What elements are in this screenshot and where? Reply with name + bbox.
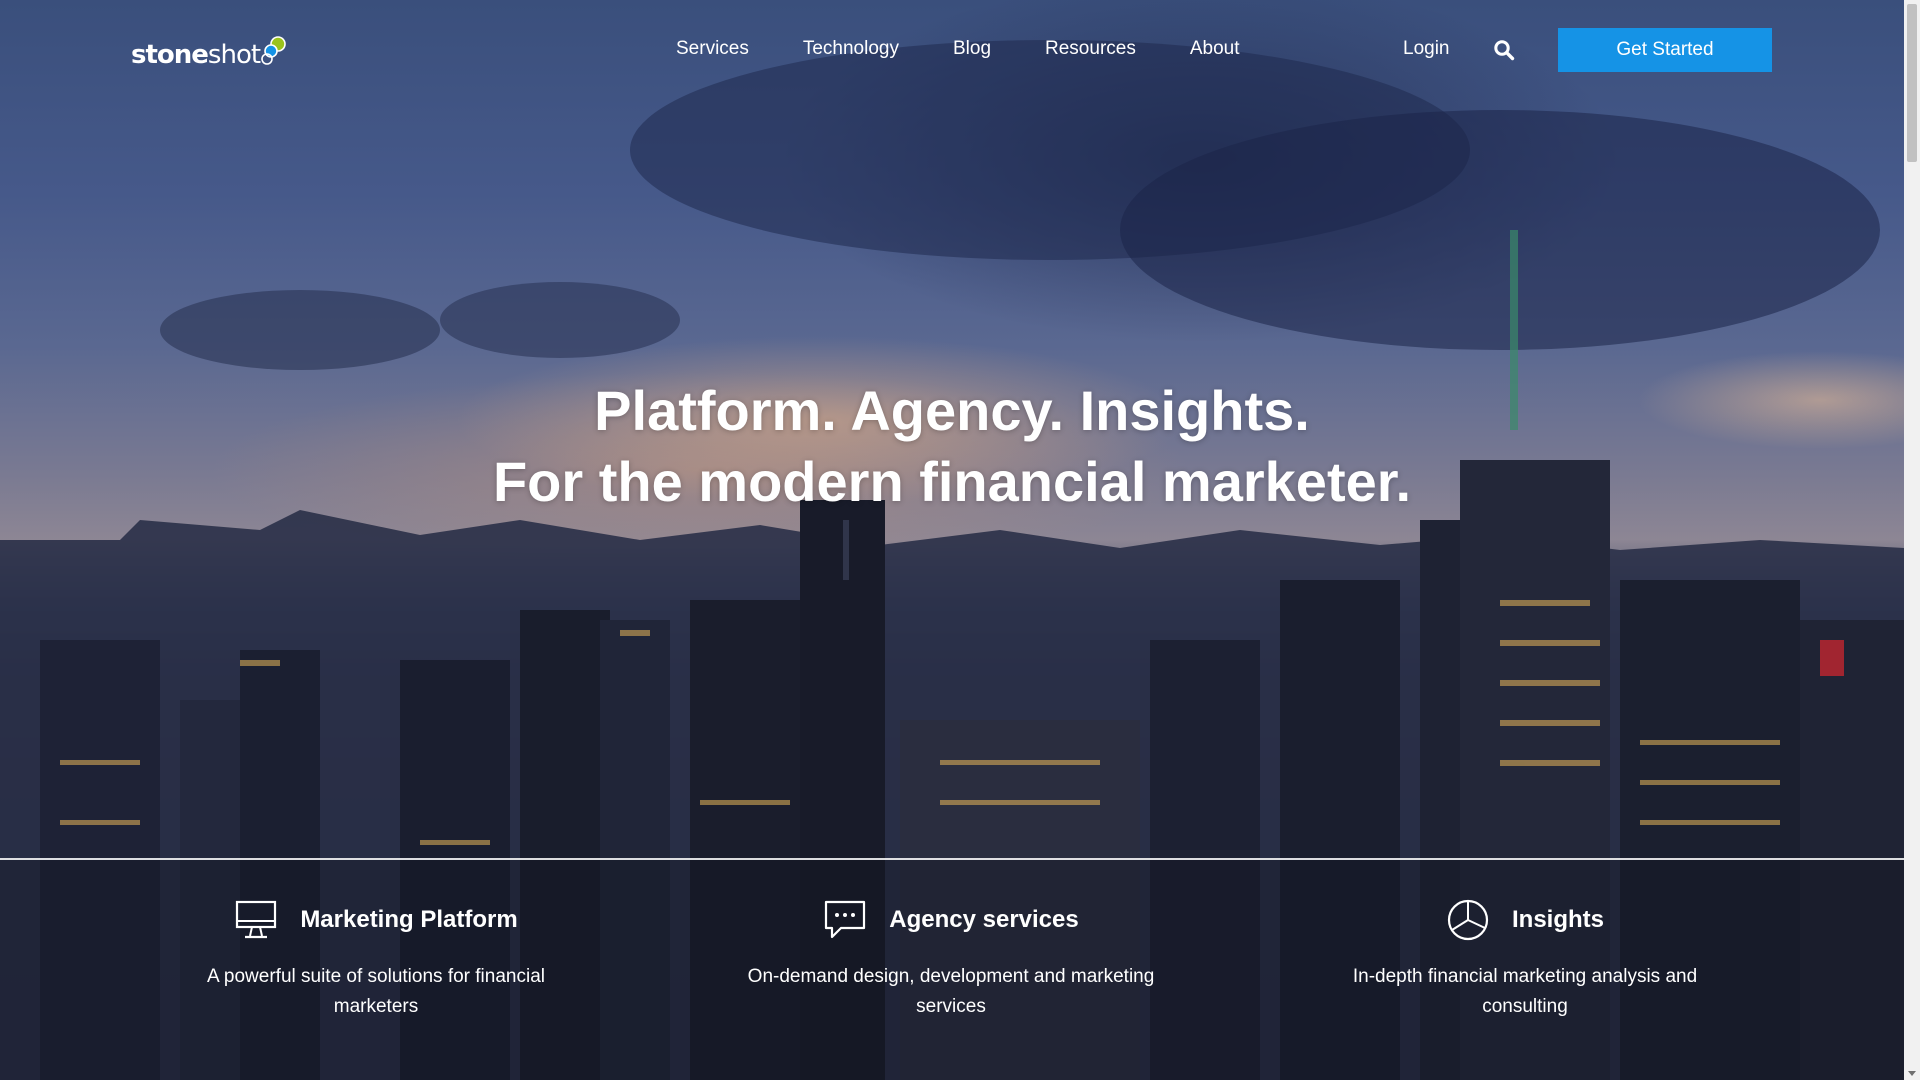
scroll-down-arrow-icon[interactable]: [1908, 1071, 1916, 1076]
scrollbar-thumb[interactable]: [1907, 4, 1917, 162]
feature-head: Insights: [1275, 895, 1775, 945]
nav-resources[interactable]: Resources: [1045, 38, 1136, 60]
search-icon[interactable]: [1493, 39, 1515, 61]
feature-head: Marketing Platform: [126, 895, 626, 945]
feature-title: Agency services: [889, 906, 1079, 933]
feature-marketing-platform[interactable]: Marketing Platform A powerful suite of s…: [126, 895, 626, 1022]
section-divider: [0, 858, 1904, 860]
monitor-icon: [234, 898, 278, 942]
page-scrollbar[interactable]: [1904, 0, 1920, 1080]
logo-text-light: shot: [207, 40, 261, 70]
feature-description: A powerful suite of solutions for financ…: [207, 966, 545, 1017]
pie-chart-icon: [1446, 898, 1490, 942]
feature-description: In-depth financial marketing analysis an…: [1352, 966, 1698, 1017]
logo-mark-icon: [258, 34, 288, 70]
main-nav: Services Technology Blog Resources About: [676, 38, 1294, 60]
nav-technology[interactable]: Technology: [803, 38, 899, 60]
feature-title: Marketing Platform: [300, 906, 518, 933]
feature-head: Agency services: [701, 895, 1201, 945]
hero-line-1: Platform. Agency. Insights.: [594, 379, 1310, 442]
login-link[interactable]: Login: [1403, 38, 1450, 60]
feature-description: On-demand design, development and market…: [747, 966, 1155, 1017]
logo-text-bold: stone: [131, 40, 209, 70]
feature-title: Insights: [1511, 906, 1604, 933]
hero-headline: Platform. Agency. Insights. For the mode…: [0, 375, 1904, 517]
nav-about[interactable]: About: [1190, 38, 1240, 60]
stoneshot-logo[interactable]: stone shot: [131, 28, 288, 70]
nav-services[interactable]: Services: [676, 38, 749, 60]
page: stone shot Services Technology Blog Reso…: [0, 0, 1920, 1080]
chat-bubble-icon: [823, 898, 867, 942]
hero-line-2: For the modern financial marketer.: [492, 450, 1412, 513]
feature-insights[interactable]: Insights In-depth financial marketing an…: [1275, 895, 1775, 1022]
get-started-button[interactable]: Get Started: [1558, 28, 1772, 72]
feature-agency-services[interactable]: Agency services On-demand design, develo…: [701, 895, 1201, 1022]
nav-blog[interactable]: Blog: [953, 38, 991, 60]
